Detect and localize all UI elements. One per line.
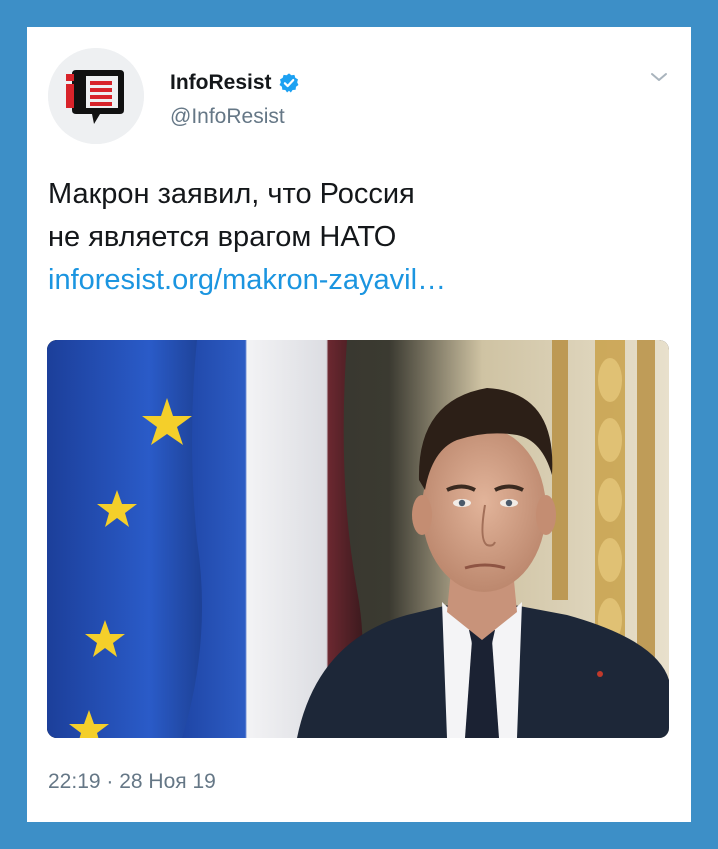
author-name-row[interactable]: InfoResist [170,71,300,95]
verified-badge-icon [279,73,298,93]
inforesist-logo-icon [48,48,144,144]
tweet-link[interactable]: inforesist.org/makron-zayavil… [48,259,651,302]
tweet-text: Макрон заявил, что Россия не является вр… [48,173,651,302]
tweet-photo[interactable] [47,340,669,738]
user-handle[interactable]: @InfoResist [170,105,285,129]
chevron-down-icon[interactable] [647,65,671,89]
timestamp[interactable]: 22:19 · 28 Ноя 19 [48,770,216,794]
photo-macron-flags [47,340,669,738]
avatar[interactable] [48,48,144,144]
tweet-text-line: Макрон заявил, что Россия [48,178,415,210]
tweet-card[interactable]: InfoResist @InfoResist Макрон заявил, чт… [27,27,691,822]
tweet-text-line: не является врагом НАТО [48,221,397,253]
display-name[interactable]: InfoResist [170,71,272,95]
